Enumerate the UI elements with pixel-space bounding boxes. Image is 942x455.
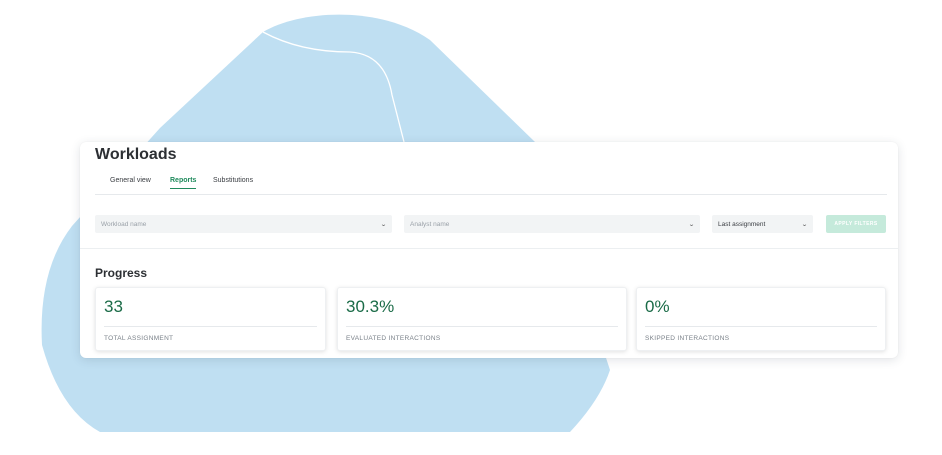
metric-value: 0%	[645, 297, 670, 316]
progress-title: Progress	[95, 266, 148, 280]
metric-divider	[104, 326, 317, 327]
metric-divider	[645, 326, 877, 327]
metric-value: 30.3%	[346, 297, 395, 316]
tab-reports[interactable]: Reports	[170, 177, 197, 189]
metric-divider	[346, 326, 618, 327]
analyst-name-select[interactable]: Analyst name ⌄	[404, 215, 700, 233]
section-divider	[80, 248, 898, 249]
workloads-panel: Workloads General view Reports Substitut…	[80, 142, 898, 358]
tab-substitutions[interactable]: Substitutions	[213, 177, 253, 188]
tab-general-view[interactable]: General view	[110, 177, 151, 188]
metric-card-total-assignment: 33 TOTAL ASSIGNMENT	[95, 287, 326, 351]
metric-card-evaluated-interactions: 30.3% EVALUATED INTERACTIONS	[337, 287, 627, 351]
workload-name-select[interactable]: Workload name ⌄	[95, 215, 392, 233]
metric-card-skipped-interactions: 0% SKIPPED INTERACTIONS	[636, 287, 886, 351]
sort-order-value: Last assignment	[718, 220, 766, 228]
page-title: Workloads	[95, 146, 177, 163]
sort-order-select[interactable]: Last assignment ⌄	[712, 215, 813, 233]
metric-label: TOTAL ASSIGNMENT	[104, 335, 174, 342]
workload-name-placeholder: Workload name	[101, 220, 147, 228]
chevron-down-icon: ⌄	[801, 221, 808, 228]
chevron-down-icon: ⌄	[380, 221, 387, 228]
metric-label: EVALUATED INTERACTIONS	[346, 335, 441, 342]
metric-value: 33	[104, 297, 123, 316]
metric-label: SKIPPED INTERACTIONS	[645, 335, 730, 342]
apply-filters-button[interactable]: APPLY FILTERS	[826, 215, 886, 233]
tab-bar: General view Reports Substitutions	[95, 175, 887, 195]
chevron-down-icon: ⌄	[688, 221, 695, 228]
analyst-name-placeholder: Analyst name	[410, 220, 450, 228]
